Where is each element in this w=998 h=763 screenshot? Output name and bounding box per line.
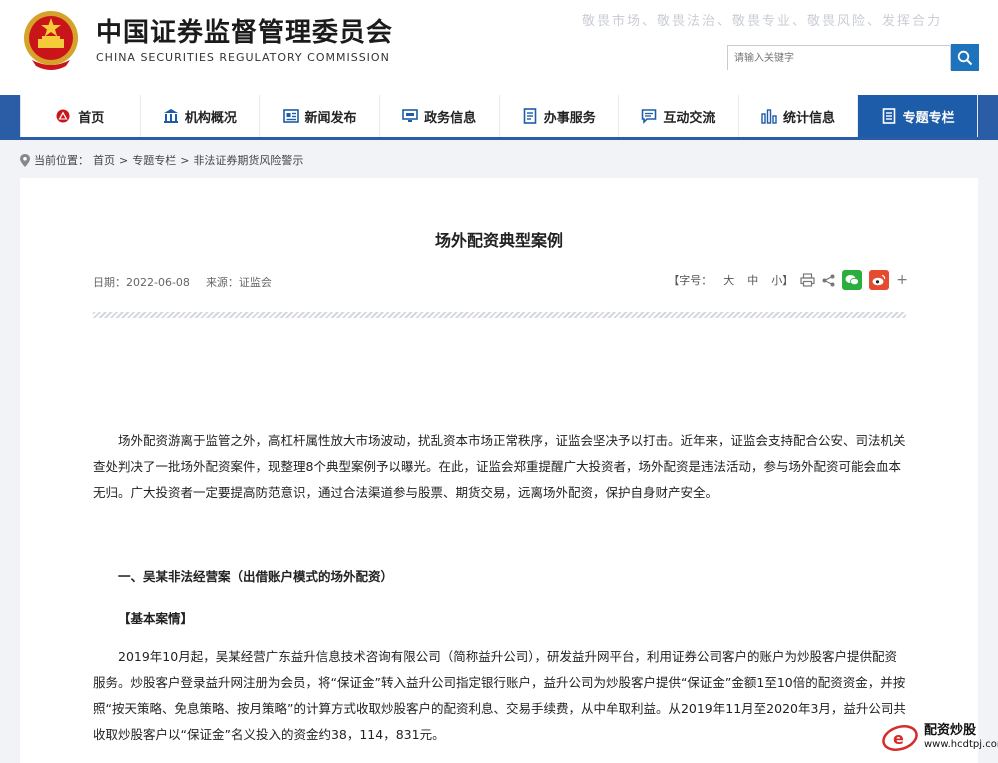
chat-icon: [641, 108, 657, 124]
watermark-logo-icon: e: [882, 725, 918, 751]
article-intro-paragraph: 场外配资游离于监管之外，高杠杆属性放大市场波动，扰乱资本市场正常秩序，证监会坚决…: [93, 433, 906, 500]
document-icon: [522, 108, 538, 124]
font-size-small[interactable]: 小】: [771, 272, 793, 288]
breadcrumb: 当前位置： 首页 > 专题专栏 > 非法证券期货风险警示: [20, 152, 303, 168]
nav-label-institution: 机构概况: [184, 110, 237, 126]
nav-label-news: 新闻发布: [304, 110, 357, 126]
print-icon[interactable]: [800, 273, 815, 287]
case-paragraph: 2019年10月起，吴某经营广东益升信息技术咨询有限公司（简称益升公司），研发益…: [93, 649, 906, 742]
location-pin-icon: [20, 153, 30, 167]
watermark: e 配资炒股 www.hcdtpj.com: [880, 722, 998, 752]
nav-item-home[interactable]: 首页: [21, 95, 141, 137]
watermark-name: 配资炒股: [924, 723, 977, 739]
national-emblem-icon: [24, 11, 78, 70]
search-button[interactable]: [951, 44, 979, 71]
nav-item-gov-info[interactable]: 政务信息: [380, 95, 500, 137]
building-icon: [163, 108, 179, 124]
nav-label-home: 首页: [78, 110, 105, 126]
search-input[interactable]: [728, 47, 950, 70]
article-meta: 日期：2022-06-08 来源：证监会: [93, 274, 272, 290]
breadcrumb-separator: >: [119, 153, 129, 167]
breadcrumb-separator: >: [180, 153, 190, 167]
nav-label-statistics: 统计信息: [783, 110, 836, 126]
font-size-medium[interactable]: 中: [747, 272, 758, 288]
nav-item-statistics[interactable]: 统计信息: [739, 95, 859, 137]
breadcrumb-home[interactable]: 首页: [93, 152, 115, 168]
font-size-large[interactable]: 大: [723, 272, 734, 288]
site-title-cn: 中国证券监督管理委员会: [96, 18, 394, 48]
csrc-logo-icon: [56, 108, 72, 124]
share-icon[interactable]: [822, 274, 835, 287]
nav-item-topics[interactable]: 专题专栏: [858, 95, 978, 137]
nav-item-interaction[interactable]: 互动交流: [619, 95, 739, 137]
topic-icon: [881, 108, 897, 124]
weibo-icon: [872, 274, 886, 286]
site-title-en: CHINA SECURITIES REGULATORY COMMISSION: [96, 51, 390, 64]
nav-item-institution[interactable]: 机构概况: [141, 95, 261, 137]
weibo-share-button[interactable]: [869, 270, 890, 290]
search-box: [727, 45, 951, 70]
font-size-label: 【字号：: [668, 274, 713, 287]
section-subheading: 【基本案情】: [118, 611, 194, 626]
svg-text:e: e: [893, 729, 904, 748]
search-icon: [957, 50, 973, 65]
breadcrumb-topics[interactable]: 专题专栏: [132, 152, 176, 168]
site-header: 中国证券监督管理委员会 CHINA SECURITIES REGULATORY …: [0, 0, 998, 95]
main-nav: 首页 机构概况 新闻发布 政务信息 办事服务 互动交流 统计信息 专题专栏: [20, 95, 978, 137]
article-card: 场外配资典型案例 日期：2022-06-08 来源：证监会 【字号： 大 中 小…: [20, 178, 978, 763]
article-tools: 【字号： 大 中 小】 +: [668, 270, 908, 290]
article-source: 来源：证监会: [205, 276, 272, 289]
watermark-url: www.hcdtpj.com: [924, 738, 998, 750]
nav-item-services[interactable]: 办事服务: [500, 95, 620, 137]
breadcrumb-current[interactable]: 非法证券期货风险警示: [193, 152, 303, 168]
bar-chart-icon: [761, 108, 777, 124]
nav-label-topics: 专题专栏: [902, 110, 955, 126]
site-slogan: 敬畏市场、敬畏法治、敬畏专业、敬畏风险、发挥合力: [582, 14, 943, 29]
article-date: 日期：2022-06-08: [93, 276, 190, 289]
monitor-icon: [402, 108, 418, 124]
more-share-button[interactable]: +: [896, 272, 908, 288]
wechat-share-button[interactable]: [842, 270, 863, 290]
nav-item-news[interactable]: 新闻发布: [260, 95, 380, 137]
breadcrumb-prefix: 当前位置：: [34, 154, 89, 167]
divider: [93, 312, 906, 318]
wechat-icon: [845, 275, 860, 286]
nav-label-interaction: 互动交流: [663, 110, 716, 126]
nav-label-services: 办事服务: [543, 110, 596, 126]
nav-label-gov-info: 政务信息: [424, 110, 477, 126]
article-title: 场外配资典型案例: [434, 231, 563, 250]
section-heading: 一、吴某非法经营案（出借账户模式的场外配资）: [118, 569, 394, 584]
news-icon: [282, 108, 299, 124]
